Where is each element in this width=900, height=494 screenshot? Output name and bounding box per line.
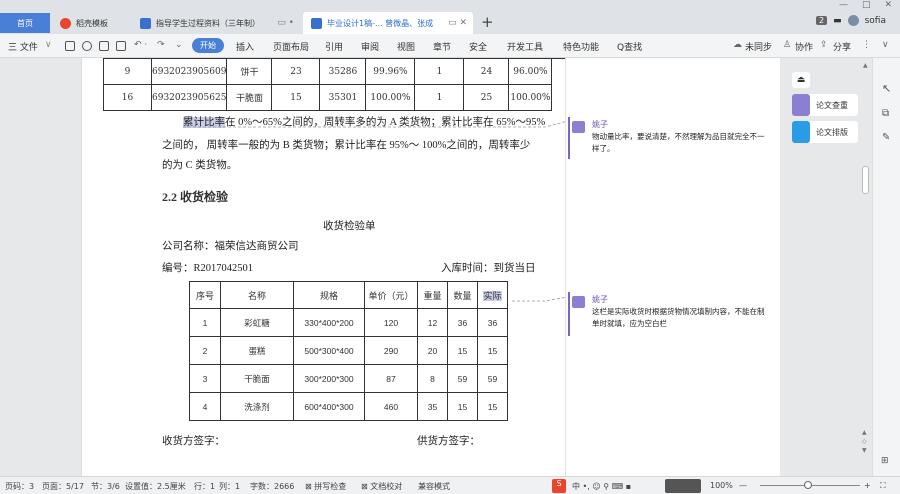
eject-icon[interactable]: ⏏: [792, 72, 810, 88]
thesis-check-button[interactable]: 论文查重: [792, 94, 858, 116]
ime-toolbar-icons[interactable]: 中 •, ☺ ⚲ ⌨ ▪: [572, 481, 631, 492]
ime-skin-icon[interactable]: [665, 479, 701, 493]
spell-check[interactable]: ⊠ 拼写检查: [305, 481, 346, 492]
grid-icon[interactable]: ⊞: [881, 456, 889, 466]
comment-card[interactable]: 姚子 物动量比率，要说清楚，不然理解为品目就完全不一样了。: [568, 117, 773, 159]
word-count[interactable]: 字数：2666: [250, 481, 294, 492]
page-nav-icons[interactable]: ▲ ◇ ▼: [862, 428, 867, 455]
comment-card[interactable]: 姚子 这栏是实际收货时根据货物情况填制内容，不能在制单时就填，应为空白栏: [568, 292, 773, 336]
thesis-check-label: 论文查重: [816, 100, 848, 110]
comment-author: 姚子: [592, 295, 608, 304]
col-indicator[interactable]: 列：1: [219, 481, 240, 492]
fit-page-icon[interactable]: ⛶: [880, 481, 886, 491]
zoom-level[interactable]: 100%: [710, 481, 733, 490]
page-indicator[interactable]: 页面：5/17: [42, 481, 84, 492]
row-indicator[interactable]: 行：1: [194, 481, 215, 492]
compat-mode[interactable]: 兼容模式: [418, 481, 450, 492]
thesis-layout-icon: [792, 121, 810, 143]
comment-author: 姚子: [592, 120, 608, 129]
setting-value[interactable]: 设置值：2.5厘米: [125, 481, 186, 492]
zoom-slider-handle[interactable]: [804, 481, 812, 489]
pen-icon[interactable]: ✎: [882, 132, 890, 143]
thesis-layout-button[interactable]: 论文排版: [792, 121, 858, 143]
right-toolstrip: ↖ ⧉ ✎ ⊞: [872, 58, 900, 476]
adjust-icon[interactable]: ⧉: [882, 108, 889, 119]
comment-text[interactable]: 物动量比率，要说清楚，不然理解为品目就完全不一样了。: [592, 131, 770, 155]
comment-bar: [568, 117, 570, 159]
doc-proofread[interactable]: ⊠ 文档校对: [361, 481, 402, 492]
zoom-in-icon[interactable]: +: [864, 481, 871, 490]
thesis-check-icon: [792, 94, 810, 116]
status-bar: 页码：3 页面：5/17 节：3/6 设置值：2.5厘米 行：1 列：1 字数：…: [0, 476, 900, 494]
user-avatar-icon: [572, 121, 585, 133]
scrollbar-thumb[interactable]: [862, 166, 869, 194]
proofread-label: 文档校对: [370, 482, 403, 491]
user-avatar-icon: [572, 296, 585, 308]
vertical-scrollbar[interactable]: ▲ ▲ ◇ ▼: [860, 58, 872, 476]
thesis-layout-label: 论文排版: [816, 127, 848, 137]
zoom-out-icon[interactable]: —: [739, 481, 747, 490]
spell-check-label: 拼写检查: [314, 482, 347, 491]
comment-bar: [568, 292, 570, 336]
scroll-up-icon[interactable]: ▲: [863, 62, 868, 69]
cursor-icon[interactable]: ↖: [882, 82, 891, 95]
ime-logo-icon[interactable]: S: [552, 479, 566, 493]
page-number[interactable]: 页码：3: [5, 481, 34, 492]
proofread-icon: ⊠: [361, 482, 371, 491]
section-indicator[interactable]: 节：3/6: [91, 481, 120, 492]
spell-check-icon: ⊠: [305, 482, 315, 491]
comment-text[interactable]: 这栏是实际收货时根据货物情况填制内容，不能在制单时就填，应为空白栏: [592, 306, 770, 330]
